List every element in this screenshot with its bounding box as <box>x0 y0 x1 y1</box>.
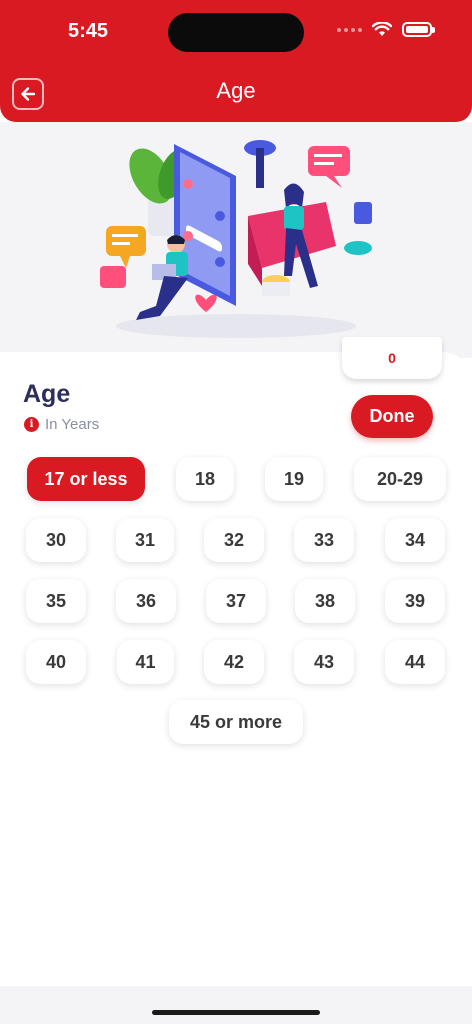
age-option-41[interactable]: 41 <box>117 640 174 684</box>
online-chat-illustration <box>100 140 372 338</box>
status-time: 5:45 <box>68 20 109 42</box>
age-selection-card <box>0 352 472 1024</box>
age-option-20-29[interactable]: 20-29 <box>354 457 446 501</box>
cellular-signal-icon <box>337 27 362 32</box>
age-option-36[interactable]: 36 <box>116 579 176 623</box>
age-option-31[interactable]: 31 <box>116 518 174 562</box>
page-title: Age <box>216 78 256 103</box>
section-title: Age <box>23 380 71 408</box>
illustration-panel <box>0 122 472 358</box>
info-icon: i <box>24 417 39 432</box>
age-option-40[interactable]: 40 <box>26 640 86 684</box>
done-button[interactable]: Done <box>351 395 433 438</box>
age-option-19[interactable]: 19 <box>265 457 323 501</box>
age-option-45-or-more[interactable]: 45 or more <box>169 700 303 744</box>
age-option-39[interactable]: 39 <box>385 579 445 623</box>
subtitle-text: In Years <box>45 416 100 433</box>
age-option-42[interactable]: 42 <box>204 640 264 684</box>
age-option-37[interactable]: 37 <box>206 579 266 623</box>
bottom-safe-area <box>0 986 472 1024</box>
age-option-32[interactable]: 32 <box>204 518 264 562</box>
age-option-30[interactable]: 30 <box>26 518 86 562</box>
section-subtitle: i In Years <box>24 416 99 433</box>
status-icons <box>337 22 435 37</box>
wifi-icon <box>372 22 392 36</box>
age-option-18[interactable]: 18 <box>176 457 234 501</box>
app-header: 5:45 Age <box>0 0 472 122</box>
age-option-43[interactable]: 43 <box>294 640 354 684</box>
age-option-35[interactable]: 35 <box>26 579 86 623</box>
selection-counter: 0 <box>342 337 442 379</box>
age-option-34[interactable]: 34 <box>385 518 445 562</box>
home-indicator[interactable] <box>152 1010 320 1015</box>
battery-icon <box>402 22 435 37</box>
dynamic-island <box>168 13 304 52</box>
age-option-33[interactable]: 33 <box>294 518 354 562</box>
age-option-44[interactable]: 44 <box>385 640 445 684</box>
age-option-38[interactable]: 38 <box>295 579 355 623</box>
age-option-17-or-less[interactable]: 17 or less <box>27 457 145 501</box>
